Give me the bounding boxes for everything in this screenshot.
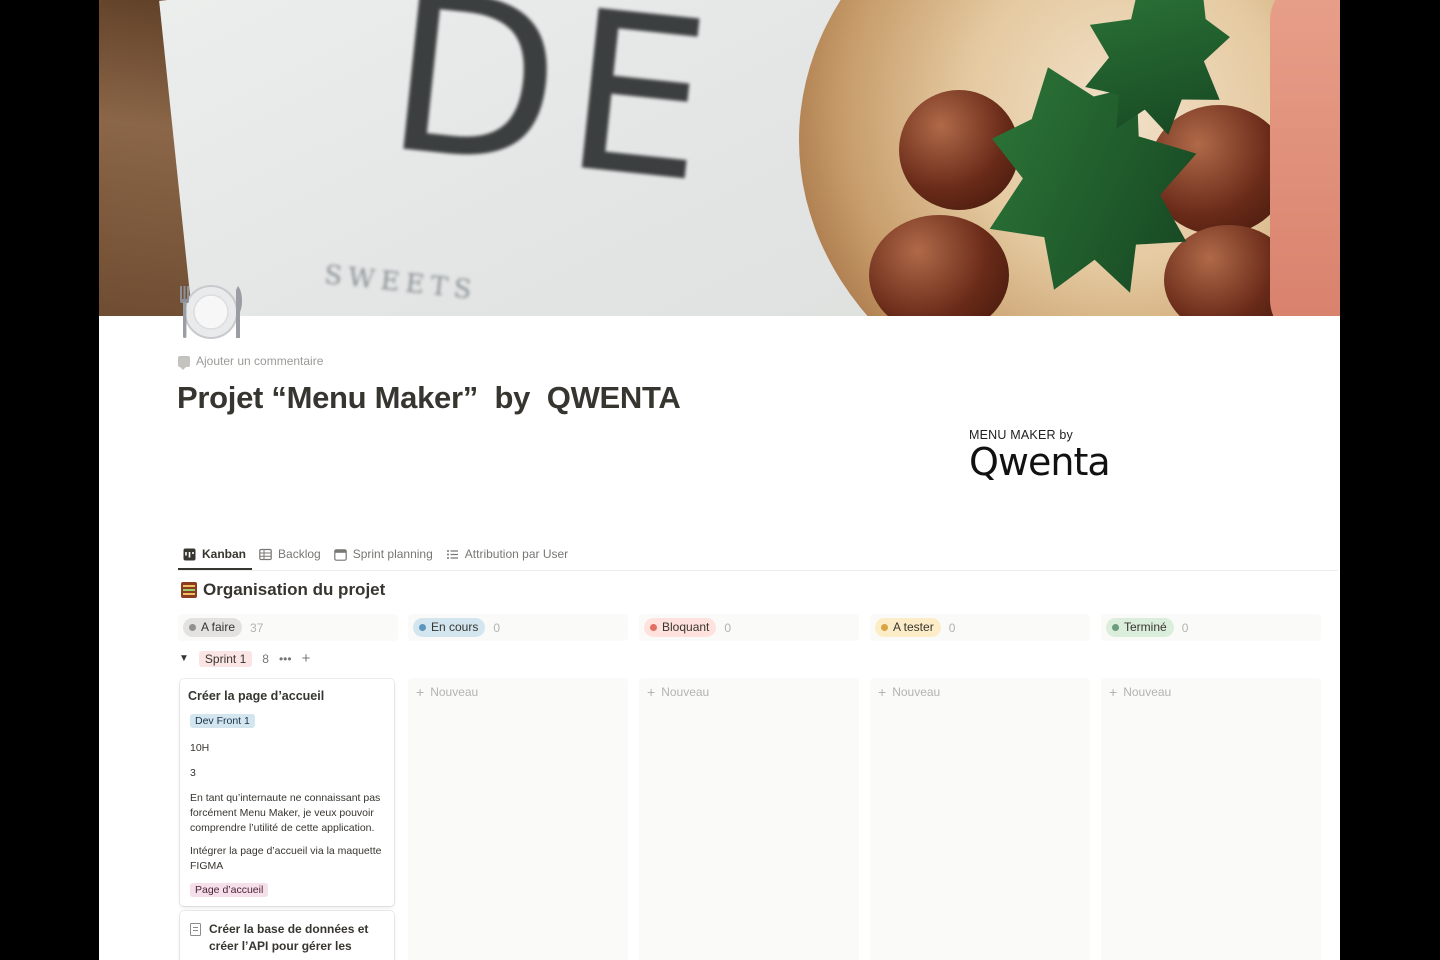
plus-icon: + — [647, 684, 656, 700]
column-body-termine — [1101, 678, 1321, 960]
card-user-story: En tant qu’internaute ne connaissant pas… — [190, 792, 381, 834]
calendar-icon — [333, 548, 347, 561]
status-label: A tester — [893, 620, 934, 634]
column-count: 0 — [724, 620, 732, 635]
column-header-en-cours[interactable]: En cours 0 — [408, 614, 628, 641]
tab-backlog[interactable]: Backlog — [254, 540, 327, 568]
status-dot — [419, 624, 426, 631]
add-icon[interactable]: + — [302, 650, 311, 667]
table-icon — [259, 548, 272, 560]
column-body-a-tester — [870, 678, 1090, 960]
column-header-termine[interactable]: Terminé 0 — [1101, 614, 1321, 641]
column-body-bloquant — [639, 678, 859, 960]
new-label: Nouveau — [892, 685, 941, 699]
column-header-a-tester[interactable]: A tester 0 — [870, 614, 1090, 641]
comment-icon — [178, 355, 190, 370]
status-dot — [650, 624, 657, 631]
fork-knife-plate-icon[interactable] — [177, 282, 245, 342]
status-dot — [1112, 624, 1119, 631]
tab-sprint-planning[interactable]: Sprint planning — [329, 540, 439, 568]
card-task: Intégrer la page d’accueil via la maquet… — [190, 845, 382, 872]
tab-kanban[interactable]: Kanban — [178, 540, 253, 570]
cover-image[interactable]: DE SWEETS — [99, 0, 1340, 316]
board-title[interactable]: Organisation du projet — [181, 580, 385, 600]
view-tabs: Kanban Backlog Sprint planning Attributi… — [178, 540, 1338, 571]
cover-letters: DE — [376, 0, 730, 233]
new-card-button[interactable]: + Nouveau — [1109, 684, 1171, 700]
status-label: Bloquant — [662, 620, 710, 634]
column-count: 0 — [948, 620, 956, 635]
card-hours: 10H — [190, 742, 210, 754]
plus-icon: + — [416, 684, 425, 700]
page: DE SWEETS Ajouter un commentaire Projet … — [99, 0, 1340, 960]
status-pill: Bloquant — [644, 618, 717, 637]
caret-down-icon[interactable]: ▼ — [179, 653, 189, 664]
status-dot — [881, 624, 888, 631]
new-label: Nouveau — [661, 685, 710, 699]
tab-label: Backlog — [278, 547, 321, 561]
board-icon — [183, 548, 196, 560]
page-title[interactable]: Projet “Menu Maker” by QWENTA — [177, 380, 681, 416]
card-points: 3 — [190, 767, 196, 779]
status-pill: Terminé — [1106, 618, 1174, 637]
status-pill: En cours — [413, 618, 486, 637]
cover-pink — [1270, 0, 1340, 316]
card-label: Page d’accueil — [190, 883, 269, 897]
group-count: 8 — [262, 651, 269, 666]
card-tag: Dev Front 1 — [190, 714, 255, 728]
column-count: 0 — [493, 620, 501, 635]
tab-attribution[interactable]: Attribution par User — [441, 540, 574, 568]
tab-label: Kanban — [202, 547, 247, 561]
column-count: 0 — [1181, 620, 1189, 635]
add-comment-button[interactable]: Ajouter un commentaire — [178, 354, 324, 370]
status-dot — [189, 624, 196, 631]
tab-label: Sprint planning — [352, 547, 433, 561]
new-card-button[interactable]: + Nouveau — [647, 684, 709, 700]
new-label: Nouveau — [430, 685, 479, 699]
new-label: Nouveau — [1123, 685, 1172, 699]
card-title: Créer la page d’accueil — [188, 689, 325, 703]
new-card-button[interactable]: + Nouveau — [878, 684, 940, 700]
list-icon — [446, 549, 458, 559]
add-comment-label: Ajouter un commentaire — [196, 354, 324, 368]
qwenta-logo: MENU MAKER by Qwenta — [969, 428, 1111, 484]
abacus-icon — [181, 582, 197, 598]
new-card-button[interactable]: + Nouveau — [416, 684, 478, 700]
column-count: 37 — [250, 620, 264, 635]
tab-label: Attribution par User — [464, 547, 569, 561]
status-pill: A faire — [183, 618, 243, 637]
status-label: Terminé — [1124, 620, 1167, 634]
plus-icon: + — [1109, 684, 1118, 700]
more-icon[interactable]: ••• — [279, 652, 292, 666]
kanban-card[interactable]: Créer la page d’accueil Dev Front 1 10H … — [180, 679, 394, 906]
status-label: En cours — [431, 620, 479, 634]
group-sprint-1[interactable]: ▼ Sprint 1 8 ••• + — [179, 650, 310, 667]
column-body-en-cours — [408, 678, 628, 960]
column-header-a-faire[interactable]: A faire 37 — [178, 614, 398, 641]
document-icon — [190, 923, 201, 936]
logo-wordmark: Qwenta — [969, 440, 1111, 484]
plus-icon: + — [878, 684, 887, 700]
kanban-card[interactable]: Créer la base de données et créer l’API … — [180, 911, 394, 960]
board-title-text: Organisation du projet — [203, 580, 386, 599]
card-title: Créer la base de données et créer l’API … — [209, 922, 369, 960]
sprint-tag: Sprint 1 — [198, 650, 253, 667]
status-label: A faire — [201, 620, 236, 634]
status-pill: A tester — [875, 618, 941, 637]
column-header-bloquant[interactable]: Bloquant 0 — [639, 614, 859, 641]
